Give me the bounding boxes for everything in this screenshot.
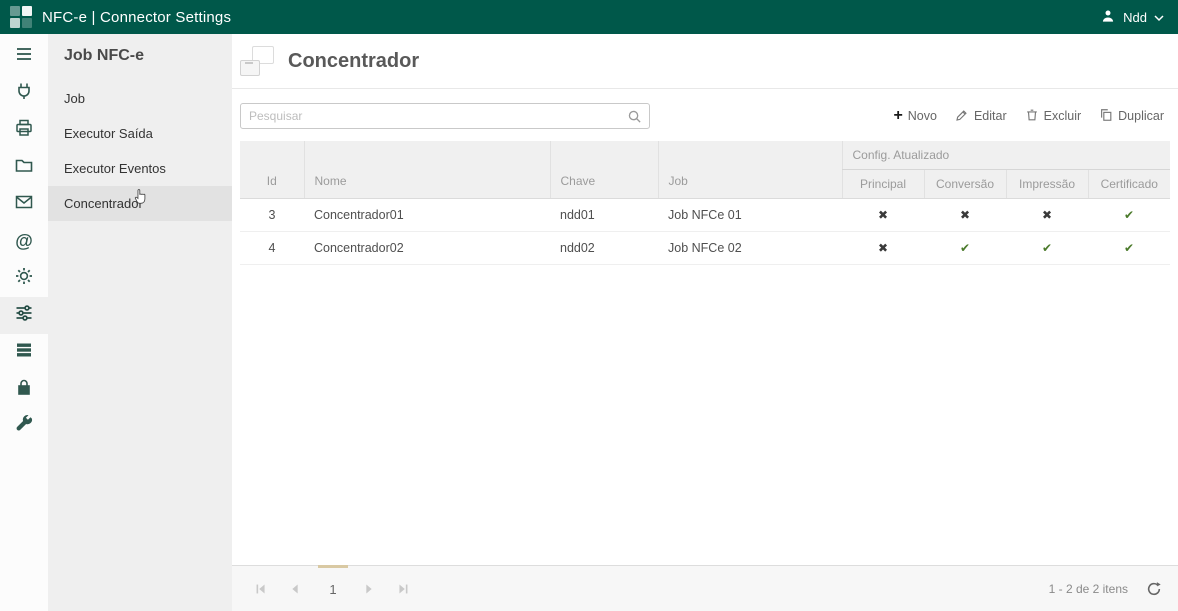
grid-toolbar-row: + Novo Editar Excluir Duplicar — [240, 103, 1164, 129]
col-header-id[interactable]: Id — [240, 141, 304, 199]
sidebar-title: Job NFC-e — [48, 34, 232, 81]
current-page-button[interactable]: 1 — [318, 565, 348, 611]
last-page-button[interactable] — [390, 576, 416, 602]
search-icon[interactable] — [627, 109, 642, 124]
excluir-button[interactable]: Excluir — [1025, 108, 1082, 125]
table-body: 3 Concentrador01 ndd01 Job NFCe 01 ✖ ✖ ✖… — [240, 199, 1170, 265]
col-header-job[interactable]: Job — [658, 141, 842, 199]
sliders-icon — [14, 303, 34, 328]
stacked-rows-icon — [14, 340, 34, 365]
cell-principal-status: ✖ — [842, 199, 924, 232]
cell-id: 4 — [240, 232, 304, 265]
duplicar-button[interactable]: Duplicar — [1099, 108, 1164, 125]
edit-icon — [955, 108, 969, 125]
user-menu[interactable]: Ndd — [1100, 8, 1164, 27]
cell-conversao-status: ✖ — [924, 199, 1006, 232]
cell-job: Job NFCe 02 — [658, 232, 842, 265]
app-title: NFC-e | Connector Settings — [42, 9, 231, 26]
rail-item-settings[interactable] — [0, 260, 48, 297]
hamburger-icon — [14, 44, 34, 69]
app-window: NFC-e | Connector Settings Ndd — [0, 0, 1178, 611]
col-header-impressao[interactable]: Impressão — [1006, 170, 1088, 199]
sidebar-item-executor-saida[interactable]: Executor Saída — [48, 116, 232, 151]
cell-id: 3 — [240, 199, 304, 232]
pager-right: 1 - 2 de 2 itens — [1049, 581, 1162, 597]
rail-item-connector-settings[interactable] — [0, 297, 48, 334]
plus-icon: + — [893, 108, 902, 124]
first-page-button[interactable] — [248, 576, 274, 602]
next-page-button[interactable] — [356, 576, 382, 602]
cell-conversao-status: ✔ — [924, 232, 1006, 265]
rail-item-mail[interactable] — [0, 186, 48, 223]
previous-page-button[interactable] — [282, 576, 308, 602]
cell-nome: Concentrador01 — [304, 199, 550, 232]
cell-impressao-status: ✖ — [1006, 199, 1088, 232]
menu-toggle-button[interactable] — [0, 38, 48, 75]
rail-item-folder[interactable] — [0, 149, 48, 186]
icon-rail: @ — [0, 34, 48, 611]
editar-button[interactable]: Editar — [955, 108, 1007, 125]
pager-info: 1 - 2 de 2 itens — [1049, 582, 1128, 596]
search-box — [240, 103, 650, 129]
printer-icon — [14, 118, 34, 143]
main-content: Concentrador + Novo Editar — [232, 34, 1178, 611]
lock-icon — [14, 377, 34, 402]
plug-icon — [14, 81, 34, 106]
col-group-config-atualizado: Config. Atualizado — [842, 141, 1170, 170]
trash-icon — [1025, 108, 1039, 125]
at-icon: @ — [15, 231, 33, 252]
rail-item-at[interactable]: @ — [0, 223, 48, 260]
rail-item-security[interactable] — [0, 371, 48, 408]
novo-label: Novo — [908, 109, 937, 123]
cell-job: Job NFCe 01 — [658, 199, 842, 232]
user-name: Ndd — [1123, 10, 1147, 25]
cell-chave: ndd01 — [550, 199, 658, 232]
col-header-conversao[interactable]: Conversão — [924, 170, 1006, 199]
table-row[interactable]: 4 Concentrador02 ndd02 Job NFCe 02 ✖ ✔ ✔… — [240, 232, 1170, 265]
rail-item-connector[interactable] — [0, 75, 48, 112]
cell-nome: Concentrador02 — [304, 232, 550, 265]
gear-icon — [14, 266, 34, 291]
app-logo-icon — [10, 6, 32, 28]
rail-item-queue[interactable] — [0, 334, 48, 371]
sidebar-item-executor-eventos[interactable]: Executor Eventos — [48, 151, 232, 186]
col-header-chave[interactable]: Chave — [550, 141, 658, 199]
content-spacer — [232, 265, 1178, 565]
pagination-bar: 1 1 - 2 de 2 itens — [232, 565, 1178, 611]
chevron-down-icon — [1154, 10, 1164, 25]
grid-toolbar: + Novo Editar Excluir Duplicar — [893, 108, 1164, 125]
cell-chave: ndd02 — [550, 232, 658, 265]
search-input[interactable] — [241, 109, 627, 123]
refresh-icon[interactable] — [1146, 581, 1162, 597]
novo-button[interactable]: + Novo — [893, 108, 937, 124]
col-header-nome[interactable]: Nome — [304, 141, 550, 199]
wrench-icon — [14, 414, 34, 439]
concentrador-table: Id Nome Chave Job Config. Atualizado Pri… — [240, 141, 1170, 265]
table-header: Id Nome Chave Job Config. Atualizado Pri… — [240, 141, 1170, 199]
rail-item-tools[interactable] — [0, 408, 48, 445]
concentrador-page-icon — [240, 46, 274, 76]
sidebar: Job NFC-e Job Executor Saída Executor Ev… — [48, 34, 232, 611]
duplicar-label: Duplicar — [1118, 109, 1164, 123]
cell-principal-status: ✖ — [842, 232, 924, 265]
sidebar-item-job[interactable]: Job — [48, 81, 232, 116]
envelope-icon — [14, 192, 34, 217]
topbar: NFC-e | Connector Settings Ndd — [0, 0, 1178, 34]
folder-icon — [14, 155, 34, 180]
user-icon — [1100, 8, 1116, 27]
col-header-certificado[interactable]: Certificado — [1088, 170, 1170, 199]
page-title: Concentrador — [288, 50, 419, 73]
page-header: Concentrador — [232, 34, 1178, 89]
excluir-label: Excluir — [1044, 109, 1082, 123]
col-header-principal[interactable]: Principal — [842, 170, 924, 199]
cell-impressao-status: ✔ — [1006, 232, 1088, 265]
copy-icon — [1099, 108, 1113, 125]
table-row[interactable]: 3 Concentrador01 ndd01 Job NFCe 01 ✖ ✖ ✖… — [240, 199, 1170, 232]
sidebar-item-concentrador[interactable]: Concentrador — [48, 186, 232, 221]
cell-certificado-status: ✔ — [1088, 232, 1170, 265]
editar-label: Editar — [974, 109, 1007, 123]
rail-item-printer[interactable] — [0, 112, 48, 149]
cell-certificado-status: ✔ — [1088, 199, 1170, 232]
